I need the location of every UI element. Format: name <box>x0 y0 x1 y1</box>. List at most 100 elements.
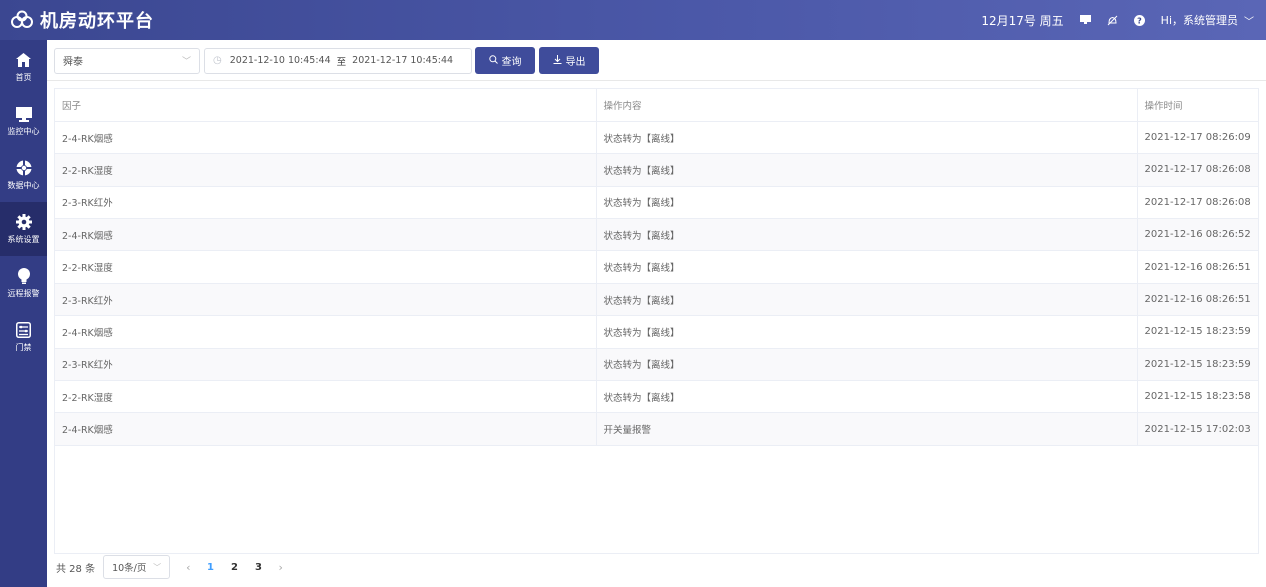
toolbar-divider <box>47 80 1266 81</box>
door-icon <box>15 321 33 339</box>
sidebar-item-label: 门禁 <box>15 343 32 352</box>
cell-factor: 2-3-RK红外 <box>55 283 597 317</box>
range-separator: 至 <box>336 56 347 68</box>
table-row: 2-3-RK红外 状态转为【离线】 2021-12-16 08:26:51 <box>55 283 1258 317</box>
cell-operation: 状态转为【离线】 <box>596 250 1138 284</box>
end-date[interactable]: 2021-12-17 10:45:44 <box>352 55 453 66</box>
home-icon <box>15 51 33 69</box>
sidebar-item-label: 远程报警 <box>7 289 40 298</box>
chevron-down-icon: ﹀ <box>153 562 162 572</box>
clock-icon: ◷ <box>213 55 222 66</box>
download-icon <box>553 54 562 67</box>
cell-operation: 状态转为【离线】 <box>596 218 1138 252</box>
cell-time: 2021-12-17 08:26:08 <box>1137 186 1258 220</box>
cell-time: 2021-12-16 08:26:51 <box>1137 283 1258 317</box>
cell-factor: 2-2-RK湿度 <box>55 380 597 414</box>
table-row: 2-2-RK湿度 状态转为【离线】 2021-12-17 08:26:08 <box>55 153 1258 187</box>
sidebar-item-settings[interactable]: 系统设置 <box>0 202 47 256</box>
cell-factor: 2-4-RK烟感 <box>55 121 597 155</box>
sidebar-item-door[interactable]: 门禁 <box>0 310 47 364</box>
cell-time: 2021-12-15 18:23:58 <box>1137 380 1258 414</box>
cell-operation: 状态转为【离线】 <box>596 186 1138 220</box>
help-icon[interactable]: ? <box>1133 14 1145 26</box>
page-number[interactable]: 1 <box>199 562 223 573</box>
total-count: 共 28 条 <box>56 563 96 575</box>
bell-off-icon[interactable] <box>1107 15 1118 26</box>
cell-operation: 状态转为【离线】 <box>596 153 1138 187</box>
page-number[interactable]: 3 <box>247 562 271 573</box>
date-range-picker[interactable]: ◷ 2021-12-10 10:45:44 至 2021-12-17 10:45… <box>204 47 472 74</box>
search-icon <box>488 54 498 67</box>
cell-time: 2021-12-17 08:26:09 <box>1137 121 1258 155</box>
user-name: Hi，系统管理员 <box>1160 14 1238 27</box>
svg-text:?: ? <box>1137 16 1142 25</box>
top-header: 机房动环平台 12月17号 周五 ? Hi，系统管理员 ﹀ <box>0 0 1266 40</box>
page-size-value: 10条/页 <box>112 563 147 574</box>
next-page-button[interactable]: › <box>279 561 283 574</box>
cell-factor: 2-4-RK烟感 <box>55 315 597 349</box>
cell-factor: 2-4-RK烟感 <box>55 412 597 446</box>
user-menu[interactable]: Hi，系统管理员 ﹀ <box>1161 12 1254 28</box>
cell-time: 2021-12-17 08:26:08 <box>1137 153 1258 187</box>
sidebar-item-label: 首页 <box>15 73 32 82</box>
cell-time: 2021-12-15 17:02:03 <box>1137 412 1258 446</box>
cell-factor: 2-3-RK红外 <box>55 348 597 382</box>
pagination: 共 28 条 10条/页 ﹀ ‹ 1 2 3 › <box>56 554 291 580</box>
page-size-select[interactable]: 10条/页 ﹀ <box>103 555 171 579</box>
sidebar-item-label: 数据中心 <box>7 181 40 190</box>
cell-factor: 2-4-RK烟感 <box>55 218 597 252</box>
export-button-label: 导出 <box>565 57 586 68</box>
sidebar-item-data[interactable]: 数据中心 <box>0 148 47 202</box>
page-number[interactable]: 2 <box>223 562 247 573</box>
table-row: 2-4-RK烟感 状态转为【离线】 2021-12-16 08:26:52 <box>55 218 1258 252</box>
filter-toolbar: 舜泰 ﹀ ◷ 2021-12-10 10:45:44 至 2021-12-17 … <box>54 47 599 74</box>
cell-time: 2021-12-16 08:26:51 <box>1137 250 1258 284</box>
cloud-logo-icon <box>11 10 33 28</box>
monitor-icon <box>15 105 33 123</box>
chevron-down-icon: ﹀ <box>181 57 191 67</box>
data-icon <box>15 159 33 177</box>
sidebar: 首页 监控中心 数据中心 系统设置 远程报警 门禁 <box>0 40 47 587</box>
logo: 机房动环平台 <box>0 0 154 40</box>
sidebar-item-alarm[interactable]: 远程报警 <box>0 256 47 310</box>
start-date[interactable]: 2021-12-10 10:45:44 <box>230 55 331 66</box>
log-table: 因子 操作内容 操作时间 2-4-RK烟感 状态转为【离线】 2021-12-1… <box>54 88 1259 554</box>
table-row: 2-4-RK烟感 开关量报警 2021-12-15 17:02:03 <box>55 412 1258 446</box>
bulb-icon <box>15 267 33 285</box>
table-row: 2-2-RK湿度 状态转为【离线】 2021-12-15 18:23:58 <box>55 380 1258 414</box>
main-content: 舜泰 ﹀ ◷ 2021-12-10 10:45:44 至 2021-12-17 … <box>47 40 1266 587</box>
cell-operation: 状态转为【离线】 <box>596 121 1138 155</box>
export-button[interactable]: 导出 <box>539 47 599 74</box>
search-button[interactable]: 查询 <box>475 47 535 74</box>
cell-factor: 2-3-RK红外 <box>55 186 597 220</box>
cell-operation: 状态转为【离线】 <box>596 283 1138 317</box>
cell-operation: 开关量报警 <box>596 412 1138 446</box>
column-header-time: 操作时间 <box>1137 89 1258 122</box>
gear-icon <box>15 213 33 231</box>
table-row: 2-3-RK红外 状态转为【离线】 2021-12-17 08:26:08 <box>55 186 1258 220</box>
cell-operation: 状态转为【离线】 <box>596 380 1138 414</box>
column-header-factor: 因子 <box>55 89 597 122</box>
table-row: 2-3-RK红外 状态转为【离线】 2021-12-15 18:23:59 <box>55 348 1258 382</box>
table-header-row: 因子 操作内容 操作时间 <box>55 89 1258 122</box>
search-button-label: 查询 <box>501 57 522 68</box>
cell-operation: 状态转为【离线】 <box>596 348 1138 382</box>
sidebar-item-monitor[interactable]: 监控中心 <box>0 94 47 148</box>
chevron-down-icon: ﹀ <box>1244 16 1254 28</box>
room-select-value: 舜泰 <box>63 57 83 68</box>
sidebar-item-label: 系统设置 <box>7 235 40 244</box>
monitor-icon[interactable] <box>1079 15 1091 25</box>
sidebar-item-label: 监控中心 <box>7 127 40 136</box>
cell-factor: 2-2-RK湿度 <box>55 153 597 187</box>
cell-factor: 2-2-RK湿度 <box>55 250 597 284</box>
app-title: 机房动环平台 <box>40 11 154 32</box>
header-date: 12月17号 周五 <box>981 13 1064 28</box>
table-row: 2-4-RK烟感 状态转为【离线】 2021-12-17 08:26:09 <box>55 121 1258 155</box>
cell-operation: 状态转为【离线】 <box>596 315 1138 349</box>
cell-time: 2021-12-15 18:23:59 <box>1137 348 1258 382</box>
cell-time: 2021-12-15 18:23:59 <box>1137 315 1258 349</box>
room-select[interactable]: 舜泰 ﹀ <box>54 47 200 74</box>
column-header-operation: 操作内容 <box>596 89 1138 122</box>
prev-page-button[interactable]: ‹ <box>186 561 190 574</box>
sidebar-item-home[interactable]: 首页 <box>0 40 47 94</box>
